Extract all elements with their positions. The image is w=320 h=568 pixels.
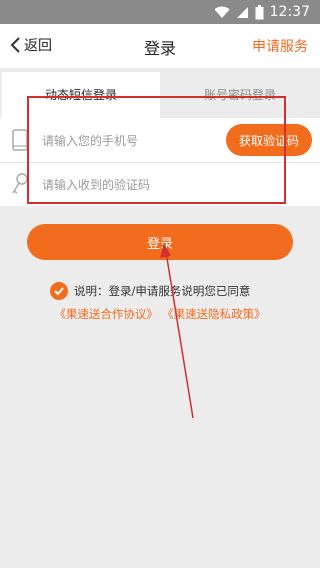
nav-bar: 返回 登录 申请服务 (0, 24, 320, 68)
phone-row: 获取验证码 (0, 118, 320, 163)
login-tabs: 动态短信登录 账号密码登录 (0, 72, 320, 118)
code-input[interactable] (40, 170, 214, 200)
get-code-button[interactable]: 获取验证码 (226, 124, 312, 156)
status-bar: 12:37 (0, 0, 320, 24)
status-time: 12:37 (269, 4, 310, 20)
apply-service-link[interactable]: 申请服务 (252, 36, 308, 56)
back-label: 返回 (24, 38, 52, 54)
status-icons: 12:37 (214, 4, 310, 20)
battery-icon (255, 4, 264, 19)
login-button[interactable]: 登录 (27, 224, 293, 260)
back-chevron-icon (10, 37, 20, 53)
agreement-row: 说明：登录/申请服务说明您已同意 (50, 282, 250, 300)
login-form: 获取验证码 (0, 118, 320, 206)
agreement-links: 《果速送合作协议》 《果速送隐私政策》 (0, 306, 320, 322)
tab-sms-login[interactable]: 动态短信登录 (2, 72, 160, 118)
tab-password-login[interactable]: 账号密码登录 (160, 72, 320, 118)
privacy-policy-link[interactable]: 《果速送隐私政策》 (168, 307, 266, 321)
phone-input[interactable] (40, 126, 214, 156)
code-row (0, 162, 320, 206)
check-icon (54, 287, 64, 296)
signal-icon (236, 6, 248, 18)
cooperation-agreement-link[interactable]: 《果速送合作协议》 (54, 307, 158, 321)
phone-icon (12, 129, 28, 151)
wifi-icon (214, 6, 230, 18)
key-icon (12, 173, 28, 194)
agree-checkbox[interactable] (50, 282, 68, 300)
back-button[interactable]: 返回 (8, 35, 52, 55)
agreement-text: 说明：登录/申请服务说明您已同意 (74, 284, 251, 298)
